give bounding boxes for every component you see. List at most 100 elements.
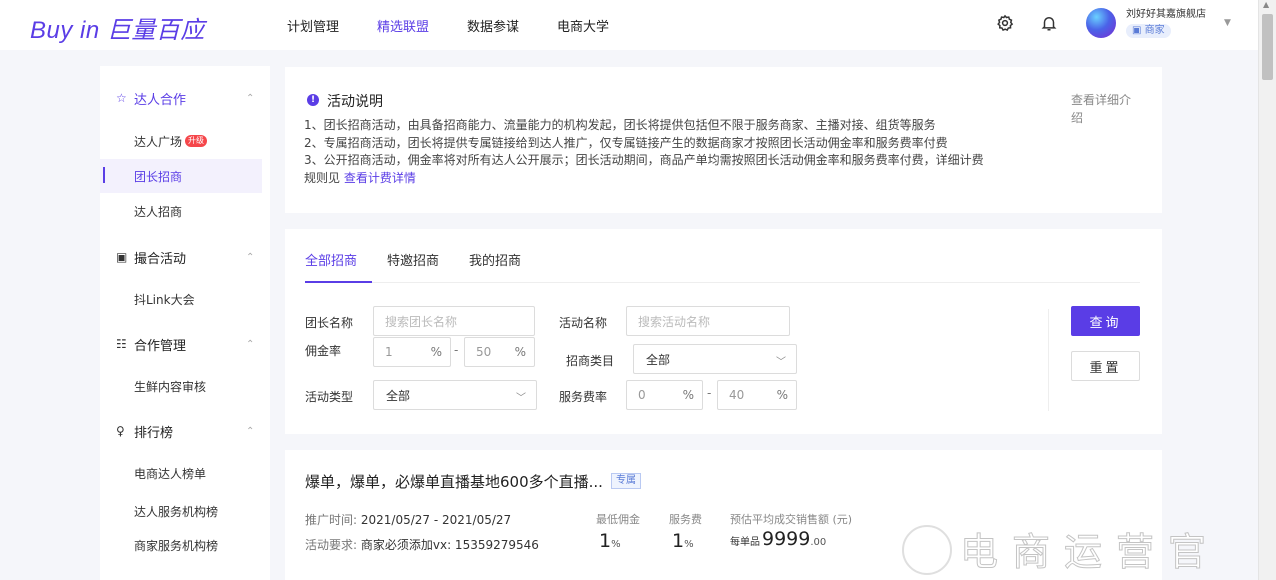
- notice-line: 1、团长招商活动，由具备招商能力、流量能力的机构发起，团长将提供包括但不限于服务…: [304, 118, 936, 132]
- invite-tabs: 全部招商 特邀招商 我的招商: [305, 250, 521, 284]
- sidebar-section-talent-coop[interactable]: ☆ 达人合作 ⌃: [100, 83, 270, 113]
- caret-down-icon[interactable]: ▼: [1224, 18, 1231, 28]
- query-button[interactable]: 查询: [1071, 306, 1140, 336]
- avatar[interactable]: [1086, 8, 1116, 38]
- chevron-up-icon: ⌃: [246, 92, 255, 104]
- filter-card: 全部招商 特邀招商 我的招商 团长名称 搜索团长名称 活动名称 搜索活动名称 佣…: [285, 229, 1162, 434]
- min-commission-label: 最低佣金: [596, 513, 640, 526]
- tab-special[interactable]: 特邀招商: [387, 250, 439, 284]
- notice-line: 规则见 查看计费详情: [304, 170, 416, 185]
- category-select[interactable]: 全部 ﹀: [633, 344, 797, 374]
- service-rate-label: 服务费率: [559, 390, 608, 404]
- shop-name: 刘好好其嘉旗舰店: [1126, 9, 1206, 20]
- bell-icon[interactable]: [1034, 8, 1064, 38]
- section-title: 合作管理: [134, 338, 187, 354]
- section-title: 排行榜: [134, 425, 174, 441]
- chevron-down-icon: ﹀: [516, 393, 526, 404]
- leader-name-input[interactable]: 搜索团长名称: [373, 306, 535, 336]
- service-fee-value: 1%: [672, 530, 694, 552]
- sidebar-item-talent-square[interactable]: 达人广场 升级: [100, 124, 262, 158]
- view-details-link[interactable]: 查看详细介绍: [1071, 91, 1141, 127]
- page-scrollbar[interactable]: ▲: [1258, 0, 1276, 580]
- info-icon: !: [307, 94, 319, 106]
- trophy-icon: ♀: [116, 424, 125, 438]
- sidebar-item-fresh-review[interactable]: 生鲜内容审核: [100, 369, 262, 403]
- sidebar-item-merchant-agency-rank[interactable]: 商家服务机构榜: [100, 528, 262, 562]
- chevron-down-icon: ﹀: [776, 357, 786, 368]
- user-area: 刘好好其嘉旗舰店 ▣ 商家 ▼: [990, 8, 1231, 38]
- role-badge: ▣ 商家: [1126, 24, 1171, 38]
- tab-active-underline: [305, 281, 372, 283]
- service-rate-min-input[interactable]: 0 %: [626, 380, 703, 410]
- activity-requirement: 活动要求: 商家必须添加vx: 15359279546: [305, 538, 539, 552]
- section-title: 撮合活动: [134, 251, 187, 267]
- activity-name-input[interactable]: 搜索活动名称: [626, 306, 790, 336]
- nav-item-plan[interactable]: 计划管理: [287, 16, 339, 35]
- notice-line: 3、公开招商活动，佣金率将对所有达人公开展示；团长活动期间，商品产单均需按照团长…: [304, 153, 984, 167]
- chevron-up-icon: ⌃: [246, 251, 255, 263]
- watermark-circle-icon: [902, 525, 952, 575]
- service-rate-max-input[interactable]: 40 %: [717, 380, 797, 410]
- activity-notice-card: ! 活动说明 1、团长招商活动，由具备招商能力、流量能力的机构发起，团长将提供包…: [285, 67, 1162, 213]
- nav-item-university[interactable]: 电商大学: [557, 16, 609, 35]
- fee-details-link[interactable]: 查看计费详情: [344, 171, 416, 185]
- commission-max-input[interactable]: 50 %: [464, 337, 535, 367]
- percent-unit: %: [682, 388, 694, 402]
- filter-divider: [1048, 309, 1049, 411]
- nav-item-alliance[interactable]: 精选联盟: [377, 16, 429, 35]
- section-title: 达人合作: [134, 92, 187, 108]
- avg-sales-value: 每单品 9999.00: [730, 528, 827, 550]
- commission-label: 佣金率: [305, 344, 342, 358]
- scroll-up-icon[interactable]: ▲: [1263, 0, 1269, 9]
- category-label: 招商类目: [566, 354, 615, 368]
- activity-name-label: 活动名称: [559, 316, 608, 330]
- activity-type-label: 活动类型: [305, 390, 354, 404]
- min-commission-value: 1%: [599, 530, 621, 552]
- sidebar-item-talent-rank[interactable]: 电商达人榜单: [100, 456, 262, 490]
- range-dash: -: [707, 386, 712, 400]
- notice-body: 1、团长招商活动，由具备招商能力、流量能力的机构发起，团长将提供包括但不限于服务…: [304, 117, 1074, 187]
- sidebar: ☆ 达人合作 ⌃ 达人广场 升级 团长招商 达人招商 ▣ 撮合活动 ⌃ 抖Lin…: [100, 66, 270, 580]
- service-fee-label: 服务费: [669, 513, 702, 526]
- tab-divider: [305, 282, 1140, 283]
- percent-unit: %: [514, 345, 526, 359]
- main-nav: 计划管理 精选联盟 数据参谋 电商大学: [287, 16, 609, 35]
- document-icon: ☷: [116, 337, 127, 351]
- chevron-up-icon: ⌃: [246, 338, 255, 350]
- sidebar-item-dou-link[interactable]: 抖Link大会: [100, 282, 262, 316]
- sidebar-item-talent-agency-rank[interactable]: 达人服务机构榜: [100, 494, 262, 528]
- sidebar-item-talent-invite[interactable]: 达人招商: [100, 194, 262, 228]
- tab-all[interactable]: 全部招商: [305, 250, 357, 284]
- nav-item-data[interactable]: 数据参谋: [467, 16, 519, 35]
- notice-line: 2、专属招商活动，团长将提供专属链接给到达人推广，仅专属链接产生的数据商家才按照…: [304, 135, 948, 150]
- chevron-up-icon: ⌃: [246, 425, 255, 437]
- sidebar-section-ranking[interactable]: ♀ 排行榜 ⌃: [100, 416, 270, 446]
- scroll-thumb[interactable]: [1262, 14, 1273, 80]
- tab-mine[interactable]: 我的招商: [469, 250, 521, 284]
- sidebar-item-leader-invite[interactable]: 团长招商: [100, 159, 262, 193]
- brand-logo[interactable]: Buy in 巨量百应: [30, 10, 205, 45]
- shop-info[interactable]: 刘好好其嘉旗舰店 ▣ 商家: [1126, 8, 1206, 38]
- watermark: 电商运营官: [900, 515, 1258, 580]
- watermark-text: 电商运营官: [959, 530, 1221, 575]
- notice-title: 活动说明: [327, 94, 383, 110]
- gear-icon[interactable]: [990, 8, 1020, 38]
- percent-unit: %: [776, 388, 788, 402]
- shop-icon: ▣: [1132, 25, 1145, 36]
- promo-time: 推广时间: 2021/05/27 - 2021/05/27: [305, 513, 512, 527]
- percent-unit: %: [430, 345, 442, 359]
- activity-title[interactable]: 爆单，爆单，必爆单直播基地600多个直播...: [305, 471, 603, 492]
- range-dash: -: [454, 343, 459, 357]
- leader-name-label: 团长名称: [305, 316, 354, 330]
- upgrade-badge: 升级: [185, 135, 208, 147]
- reset-button[interactable]: 重置: [1071, 351, 1140, 381]
- avg-sales-label: 预估平均成交销售额 (元): [730, 513, 853, 526]
- exclusive-tag: 专属: [611, 473, 641, 489]
- activity-type-select[interactable]: 全部 ﹀: [373, 380, 537, 410]
- sidebar-section-match-activity[interactable]: ▣ 撮合活动 ⌃: [100, 242, 270, 272]
- top-navbar: Buy in 巨量百应 计划管理 精选联盟 数据参谋 电商大学 刘好好其嘉旗舰店…: [0, 0, 1258, 50]
- sidebar-section-coop-manage[interactable]: ☷ 合作管理 ⌃: [100, 329, 270, 359]
- star-icon: ☆: [116, 91, 127, 105]
- active-indicator: [103, 167, 105, 183]
- commission-min-input[interactable]: 1 %: [373, 337, 451, 367]
